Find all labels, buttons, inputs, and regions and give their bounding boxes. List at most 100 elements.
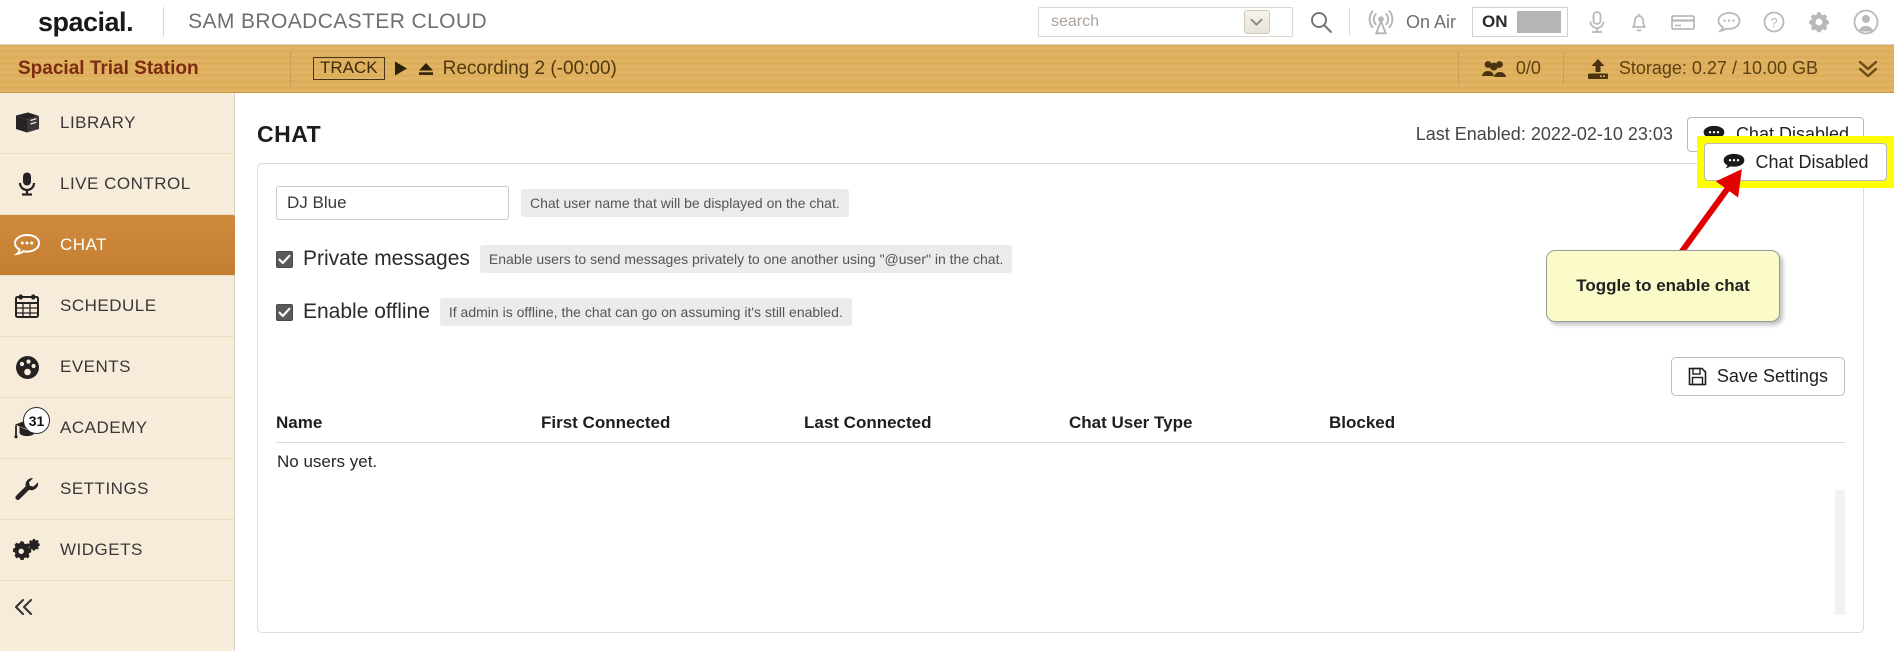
sidebar-item-schedule[interactable]: SCHEDULE <box>0 276 234 337</box>
check-icon <box>278 254 291 264</box>
sidebar-item-label: WIDGETS <box>60 540 143 559</box>
calendar-icon <box>10 293 44 319</box>
gears-icon <box>10 537 44 564</box>
annotation-callout: Toggle to enable chat <box>1546 250 1780 322</box>
academy-badge: 31 <box>23 407 50 434</box>
sidebar-item-widgets[interactable]: WIDGETS <box>0 520 234 581</box>
wrench-icon <box>10 477 44 502</box>
sidebar-item-label: CHAT <box>60 235 108 254</box>
chat-bubble-icon <box>10 233 44 258</box>
listeners-count: 0/0 <box>1515 58 1541 78</box>
chat-user-name-input[interactable] <box>276 186 509 220</box>
table-scrollbar[interactable] <box>1835 490 1845 615</box>
search-box[interactable] <box>1037 7 1293 37</box>
expand-station-bar-button[interactable] <box>1840 58 1880 80</box>
toolbar-divider <box>1348 8 1350 36</box>
sidebar-collapse-button[interactable] <box>0 581 234 633</box>
sidebar-item-settings[interactable]: SETTINGS <box>0 459 234 520</box>
top-icon-strip: ? <box>1586 8 1880 36</box>
search-icon <box>1310 12 1332 33</box>
sidebar-item-library[interactable]: LIBRARY <box>0 93 234 154</box>
station-bar: Spacial Trial Station TRACK Recording 2 … <box>0 45 1894 93</box>
chat-icon <box>1717 12 1741 33</box>
search-input[interactable] <box>1048 12 1244 32</box>
chat-bubble-icon <box>1724 153 1745 169</box>
enable-offline-hint: If admin is offline, the chat can go on … <box>439 298 852 326</box>
sidebar-item-label: SCHEDULE <box>60 296 157 315</box>
broadcast-tower-icon <box>1368 10 1394 35</box>
brand-logo-dot: . <box>126 6 134 37</box>
column-header-chat-user-type[interactable]: Chat User Type <box>1069 413 1329 443</box>
user-name-row: Chat user name that will be displayed on… <box>276 186 1845 220</box>
track-badge: TRACK <box>313 56 385 81</box>
billing-button[interactable] <box>1670 11 1696 33</box>
table-body: No users yet. <box>276 443 1845 474</box>
enable-offline-checkbox[interactable] <box>276 303 293 321</box>
last-enabled-text: Last Enabled: 2022-02-10 23:03 <box>1415 123 1673 144</box>
microphone-icon <box>1589 11 1605 33</box>
sidebar-item-label: LIBRARY <box>60 113 136 132</box>
sidebar-item-events[interactable]: EVENTS <box>0 337 234 398</box>
notifications-button[interactable] <box>1628 10 1650 34</box>
column-header-first-connected[interactable]: First Connected <box>541 413 804 443</box>
help-button[interactable]: ? <box>1762 10 1786 34</box>
on-air-toggle-knob[interactable] <box>1516 11 1561 33</box>
private-messages-checkbox[interactable] <box>276 250 293 268</box>
chevron-double-down-icon <box>1858 60 1878 77</box>
upload-icon <box>1587 58 1608 79</box>
empty-message: No users yet. <box>277 452 378 471</box>
storage-text: Storage: 0.27 / 10.00 GB <box>1618 58 1818 78</box>
sidebar-item-academy[interactable]: 31 ACADEMY <box>0 398 234 459</box>
user-account-button[interactable] <box>1852 8 1880 36</box>
microphone-button[interactable] <box>1586 10 1608 34</box>
column-header-blocked[interactable]: Blocked <box>1329 413 1845 443</box>
svg-text:?: ? <box>1770 15 1777 30</box>
play-icon[interactable] <box>393 60 409 77</box>
sidebar-item-live-control[interactable]: LIVE CONTROL <box>0 154 234 215</box>
help-icon: ? <box>1763 11 1785 33</box>
logo-divider <box>163 7 165 37</box>
page-title: CHAT <box>257 120 322 147</box>
on-air-label: On Air <box>1405 11 1456 32</box>
sidebar-item-chat[interactable]: CHAT <box>0 215 248 276</box>
settings-button[interactable] <box>1806 9 1832 35</box>
chevron-down-icon <box>1250 18 1263 26</box>
search-dropdown-button[interactable] <box>1243 10 1270 34</box>
sidebar-item-label: EVENTS <box>60 357 132 376</box>
sidebar-item-label: SETTINGS <box>60 479 150 498</box>
bell-icon <box>1632 14 1646 32</box>
sidebar: LIBRARY LIVE CONTROL CHAT SCHEDULE EVENT… <box>0 93 248 651</box>
save-row: Save Settings <box>276 357 1845 396</box>
listeners-icon <box>1481 60 1506 77</box>
microphone-icon <box>10 171 44 197</box>
table-row-empty: No users yet. <box>276 443 1845 474</box>
page-header: CHAT Last Enabled: 2022-02-10 23:03 Chat… <box>257 109 1864 159</box>
top-bar-right: On Air ON <box>1037 7 1880 37</box>
column-header-last-connected[interactable]: Last Connected <box>804 413 1069 443</box>
messages-button[interactable] <box>1716 10 1742 34</box>
user-avatar-icon <box>1853 9 1879 35</box>
chat-toggle-label: Chat Disabled <box>1755 151 1869 172</box>
sidebar-item-label: ACADEMY <box>60 418 148 437</box>
chat-enable-toggle-button-highlighted[interactable]: Chat Disabled <box>1704 143 1887 181</box>
station-bar-right: 0/0 Storage: 0.27 / 10.00 GB <box>1457 52 1880 85</box>
on-air-toggle-label: ON <box>1482 12 1508 31</box>
station-name: Spacial Trial Station <box>18 57 199 79</box>
chat-users-table: Name First Connected Last Connected Chat… <box>276 413 1845 473</box>
body-container: LIBRARY LIVE CONTROL CHAT SCHEDULE EVENT… <box>0 93 1894 651</box>
column-header-name[interactable]: Name <box>276 413 541 443</box>
graduation-cap-icon: 31 <box>10 407 50 440</box>
book-icon <box>10 111 44 135</box>
on-air-toggle[interactable]: ON <box>1472 7 1568 37</box>
main-content: CHAT Last Enabled: 2022-02-10 23:03 Chat… <box>235 93 1894 651</box>
enable-offline-label: Enable offline <box>303 300 430 323</box>
table-header: Name First Connected Last Connected Chat… <box>276 413 1845 443</box>
save-settings-button[interactable]: Save Settings <box>1670 357 1845 396</box>
save-icon <box>1688 367 1707 386</box>
top-bar: spacial. SAM BROADCASTER CLOUD On Air <box>0 0 1894 45</box>
search-button[interactable] <box>1309 10 1333 34</box>
private-messages-hint: Enable users to send messages privately … <box>479 245 1013 273</box>
table-header-row: Name First Connected Last Connected Chat… <box>276 413 1845 443</box>
brand-logo-text: spacial <box>38 6 127 37</box>
eject-icon[interactable] <box>417 60 435 77</box>
